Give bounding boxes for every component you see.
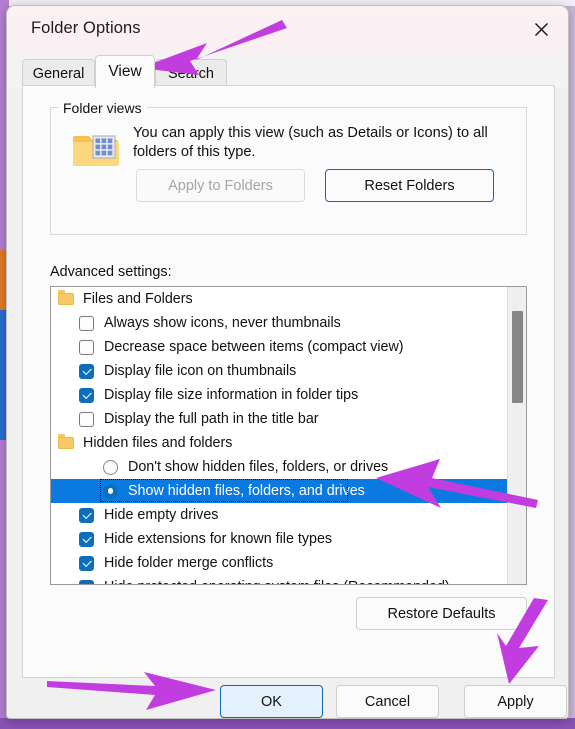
checkbox[interactable] [79, 339, 101, 355]
tab-search-label: Search [168, 66, 214, 82]
advanced-settings-label: Advanced settings: [50, 264, 172, 280]
folder-icon-shape [58, 434, 74, 449]
checkbox-glyph [79, 411, 94, 427]
settings-row-label: Hidden files and folders [83, 435, 233, 451]
settings-row[interactable]: Display file size information in folder … [51, 383, 508, 407]
checkbox[interactable] [79, 555, 101, 571]
tab-view[interactable]: View [95, 55, 155, 88]
tab-view-label: View [108, 63, 142, 80]
apply-button[interactable]: Apply [464, 685, 567, 718]
checkbox-glyph [79, 387, 94, 403]
folder-icon [58, 434, 80, 449]
cancel-label: Cancel [364, 693, 411, 710]
tab-search[interactable]: Search [155, 59, 227, 88]
dialog-footer: OK Cancel Apply [7, 678, 568, 718]
advanced-settings-scrollbar[interactable] [507, 287, 526, 584]
settings-row-label: Display file size information in folder … [104, 387, 359, 403]
ok-button[interactable]: OK [220, 685, 323, 718]
folder-icon-shape [58, 290, 74, 305]
settings-row[interactable]: Hide empty drives [51, 503, 508, 527]
checkbox[interactable] [79, 579, 101, 584]
focus-outline [100, 479, 348, 502]
tab-general[interactable]: General [22, 59, 95, 88]
view-tab-panel: Folder views You can apply this view (su… [22, 85, 555, 678]
checkbox[interactable] [79, 411, 101, 427]
restore-defaults-button[interactable]: Restore Defaults [356, 597, 527, 630]
folder-view-icon [73, 130, 119, 170]
settings-row[interactable]: Display file icon on thumbnails [51, 359, 508, 383]
folder-views-description: You can apply this view (such as Details… [133, 125, 488, 160]
checkbox-glyph [79, 555, 94, 571]
checkbox-glyph [79, 363, 94, 379]
settings-row-label: Decrease space between items (compact vi… [104, 339, 404, 355]
settings-row[interactable]: Decrease space between items (compact vi… [51, 335, 508, 359]
apply-to-folders-label: Apply to Folders [168, 177, 273, 194]
checkbox-glyph [79, 531, 94, 547]
settings-row[interactable]: Hide protected operating system files (R… [51, 575, 508, 584]
settings-row-label: Files and Folders [83, 291, 193, 307]
settings-row[interactable]: Show hidden files, folders, and drives [51, 479, 508, 503]
checkbox[interactable] [79, 315, 101, 331]
advanced-settings-list[interactable]: Files and Folders Always show icons, neve… [50, 286, 527, 585]
close-icon[interactable] [524, 15, 558, 43]
settings-row[interactable]: Don't show hidden files, folders, or dri… [51, 455, 508, 479]
checkbox[interactable] [79, 363, 101, 379]
folder-options-dialog: Folder Options General View Search Folde… [6, 5, 569, 719]
settings-row[interactable]: Hide extensions for known file types [51, 527, 508, 551]
title-bar: Folder Options [7, 6, 568, 52]
settings-row-label: Hide protected operating system files (R… [101, 579, 450, 584]
radio-glyph [103, 459, 118, 475]
radio-button[interactable] [103, 459, 125, 475]
apply-to-folders-button[interactable]: Apply to Folders [136, 169, 305, 202]
checkbox-glyph [79, 339, 94, 355]
reset-folders-button[interactable]: Reset Folders [325, 169, 494, 202]
settings-row[interactable]: Files and Folders [51, 287, 508, 311]
settings-row-label: Hide empty drives [104, 507, 219, 523]
advanced-settings-rows: Files and Folders Always show icons, neve… [51, 287, 508, 584]
settings-row-label: Display file icon on thumbnails [104, 363, 297, 379]
settings-row[interactable]: Hidden files and folders [51, 431, 508, 455]
settings-row-label: Hide extensions for known file types [104, 531, 333, 547]
tab-general-label: General [32, 66, 85, 82]
desktop-strip-bottom [0, 718, 575, 729]
checkbox-glyph [79, 507, 94, 523]
checkbox-glyph [79, 315, 94, 331]
window-title: Folder Options [31, 19, 141, 37]
checkbox[interactable] [79, 507, 101, 523]
checkbox-glyph [79, 579, 94, 584]
settings-row-label: Always show icons, never thumbnails [104, 315, 341, 331]
checkbox[interactable] [79, 387, 101, 403]
folder-views-legend: Folder views [58, 100, 147, 116]
tab-strip: General View Search [7, 52, 568, 88]
checkbox[interactable] [79, 531, 101, 547]
ok-label: OK [261, 693, 282, 710]
settings-row-label: Hide folder merge conflicts [104, 555, 274, 571]
reset-folders-label: Reset Folders [364, 177, 455, 194]
restore-defaults-label: Restore Defaults [387, 605, 496, 622]
settings-row-label: Don't show hidden files, folders, or dri… [128, 459, 389, 475]
settings-row[interactable]: Display the full path in the title bar [51, 407, 508, 431]
apply-label: Apply [497, 693, 534, 710]
settings-row[interactable]: Hide folder merge conflicts [51, 551, 508, 575]
settings-row[interactable]: Always show icons, never thumbnails [51, 311, 508, 335]
settings-row-label: Display the full path in the title bar [104, 411, 319, 427]
cancel-button[interactable]: Cancel [336, 685, 439, 718]
scrollbar-thumb[interactable] [512, 310, 523, 403]
folder-icon [58, 290, 80, 305]
